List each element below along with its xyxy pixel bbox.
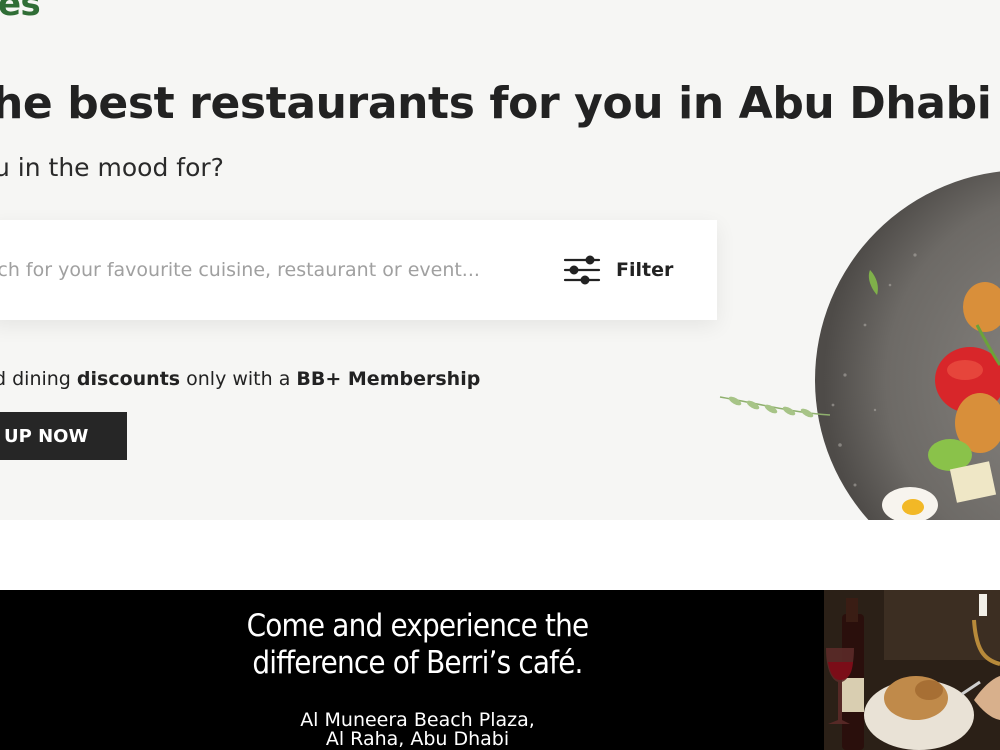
restaurant-table-photo xyxy=(824,590,1000,750)
ad-headline-line1: Come and experience the xyxy=(246,608,590,644)
promo-membership: BB+ Membership xyxy=(296,368,481,390)
search-bar: Filter xyxy=(0,220,717,320)
salad-dish-image xyxy=(719,171,1000,520)
filter-button[interactable]: Filter xyxy=(562,250,673,290)
hero-headline: he best restaurants for you in Abu Dhabi xyxy=(0,78,992,129)
hero-section: es he best restaurants for you in Abu Dh… xyxy=(0,0,1000,520)
ad-headline: Come and experience the difference of Be… xyxy=(200,608,635,682)
search-input[interactable] xyxy=(0,250,530,290)
promo-prefix: d dining xyxy=(0,368,77,390)
membership-promo: d dining discounts only with a BB+ Membe… xyxy=(0,368,480,390)
ad-headline-line2: difference of Berri’s café. xyxy=(252,645,583,681)
ad-address-line2: Al Raha, Abu Dhabi xyxy=(325,728,510,750)
ad-banner[interactable]: Come and experience the difference of Be… xyxy=(0,590,1000,750)
promo-middle: only with a xyxy=(180,368,297,390)
hero-subheadline: u in the mood for? xyxy=(0,153,224,182)
filter-label: Filter xyxy=(616,259,674,281)
signup-button[interactable]: UP NOW xyxy=(0,412,127,460)
ad-address: Al Muneera Beach Plaza, Al Raha, Abu Dha… xyxy=(230,711,605,749)
promo-discounts: discounts xyxy=(76,368,181,390)
site-logo[interactable]: es xyxy=(0,0,41,24)
sliders-icon xyxy=(563,255,601,285)
